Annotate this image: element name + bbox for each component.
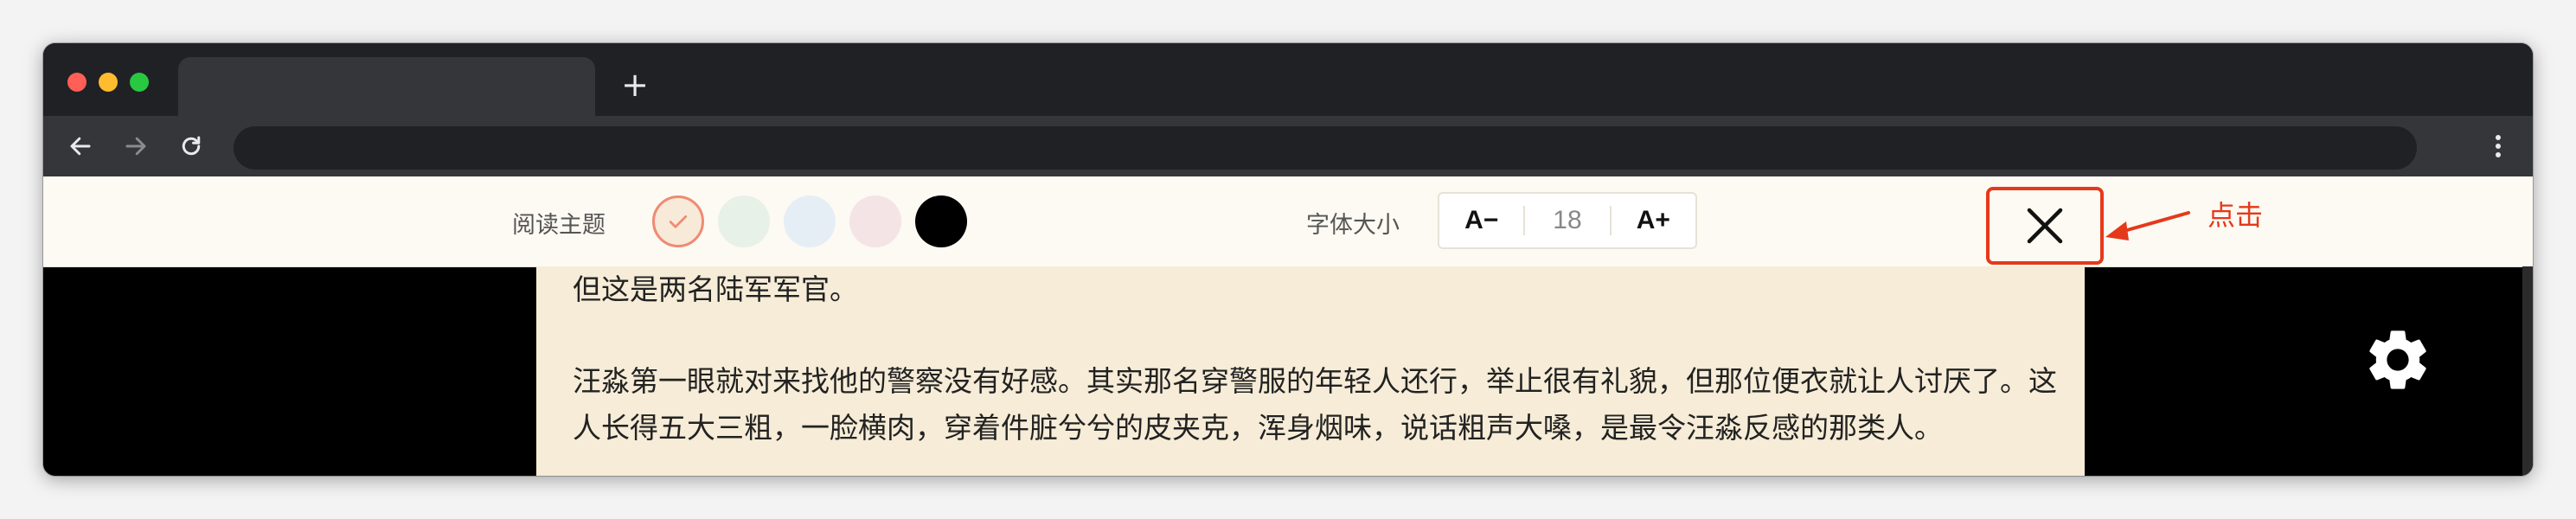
back-button[interactable]	[59, 125, 102, 168]
reload-icon	[182, 136, 201, 156]
forward-button[interactable]	[114, 125, 157, 168]
check-icon	[669, 215, 688, 228]
forward-arrow-icon	[125, 137, 146, 156]
reload-button[interactable]	[170, 125, 213, 168]
article-paragraph: 但这是两名陆军军官。	[573, 272, 858, 306]
theme-swatch-warm[interactable]	[652, 195, 704, 247]
font-increase-button[interactable]: A+	[1612, 194, 1695, 247]
theme-swatch-black[interactable]	[915, 195, 967, 247]
article-paragraph: 汪淼第一眼就对来找他的警察没有好感。其实那名穿警服的年轻人还行，举止很有礼貌，但…	[573, 364, 2057, 445]
close-icon	[2027, 208, 2063, 244]
font-size-control: A− 18 A+	[1438, 192, 1697, 249]
browser-menu-button[interactable]	[2481, 125, 2515, 168]
reading-theme-label: 阅读主题	[512, 212, 606, 239]
article-body: 但这是两名陆军军官。 汪淼第一眼就对来找他的警察没有好感。其实那名穿警服的年轻人…	[536, 266, 2085, 476]
browser-window: + 阅读主题 字体大小 A− 18 A+ 点击 但这是两名陆军军官。 汪淼第一眼…	[43, 43, 2533, 476]
theme-swatch-pink[interactable]	[849, 195, 901, 247]
minimize-window-button[interactable]	[99, 73, 118, 92]
new-tab-button[interactable]: +	[616, 64, 654, 106]
font-decrease-button[interactable]: A−	[1439, 194, 1523, 247]
maximize-window-button[interactable]	[130, 73, 149, 92]
address-bar[interactable]	[234, 126, 2417, 170]
theme-swatch-blue[interactable]	[784, 195, 836, 247]
page-content: 阅读主题 字体大小 A− 18 A+ 点击 但这是两名陆军军官。 汪淼第一眼就对…	[43, 176, 2533, 476]
reader-settings-bar: 阅读主题 字体大小 A− 18 A+ 点击	[43, 176, 2533, 267]
font-size-label: 字体大小	[1306, 212, 1400, 239]
gear-icon[interactable]	[2361, 324, 2434, 396]
annotation-arrow	[2105, 211, 2190, 240]
theme-swatch-green[interactable]	[718, 195, 770, 247]
annotation-label: 点击	[2208, 199, 2264, 232]
browser-tab[interactable]	[178, 57, 595, 116]
tab-strip: +	[43, 43, 2533, 116]
kebab-menu-icon	[2496, 135, 2501, 157]
close-reader-button[interactable]	[1986, 187, 2104, 265]
font-size-value: 18	[1553, 206, 1582, 234]
scrollbar[interactable]	[2522, 266, 2533, 476]
close-window-button[interactable]	[67, 73, 87, 92]
back-arrow-icon	[70, 137, 91, 156]
browser-toolbar	[43, 116, 2533, 176]
